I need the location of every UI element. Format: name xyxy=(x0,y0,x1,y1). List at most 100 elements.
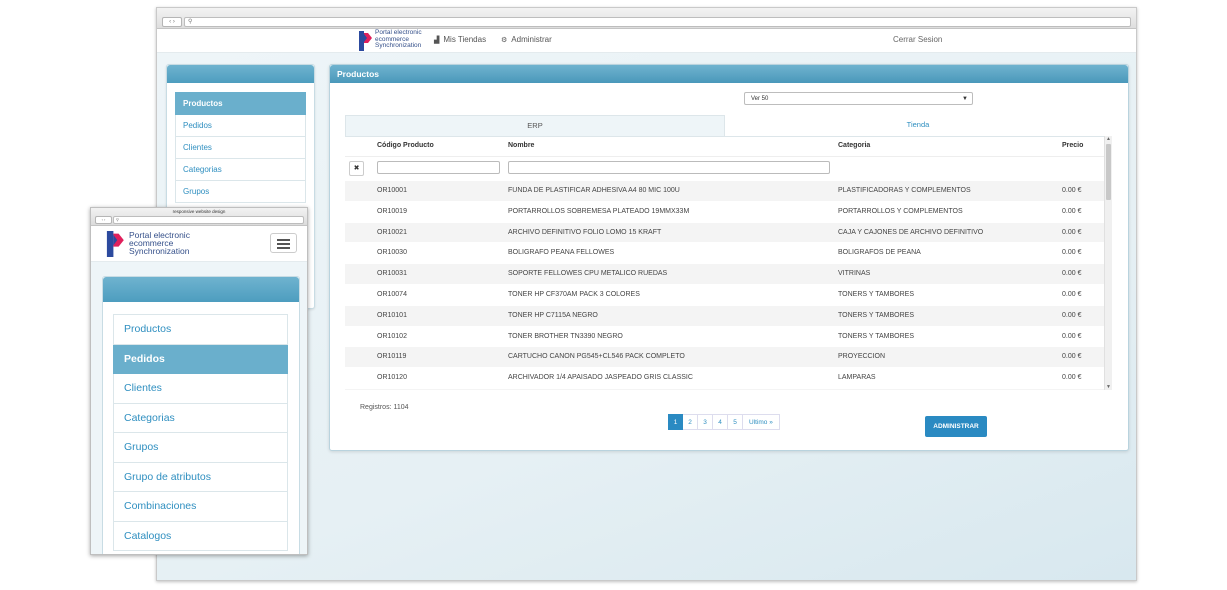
mobile-menu-item-grupo-de-atributos[interactable]: Grupo de atributos xyxy=(113,462,288,492)
cell-nombre: TONER HP CF370AM PACK 3 COLORES xyxy=(508,290,640,298)
cell-nombre: CARTUCHO CANON PG545+CL546 PACK COMPLETO xyxy=(508,353,685,361)
cell-codigo: OR10019 xyxy=(377,207,407,215)
administrar-button[interactable]: ADMINISTRAR xyxy=(925,416,987,437)
cell-categoria: TONERS Y TAMBORES xyxy=(838,290,914,298)
mobile-menu-item-categorias[interactable]: Categorias xyxy=(113,403,288,433)
table-row[interactable]: OR10131PLASTIFICADORA CONNECT A4PLASTIFI… xyxy=(345,388,1105,390)
scroll-up-icon[interactable]: ▲ xyxy=(1106,136,1111,142)
clear-filter-icon[interactable]: ✖ xyxy=(349,161,364,176)
page-size-value: Ver 50 xyxy=(751,96,769,102)
page-4-button[interactable]: 4 xyxy=(713,414,728,430)
record-count: Registros: 1104 xyxy=(360,404,409,411)
cell-precio: 0.00 € xyxy=(1062,249,1082,257)
nav-mis-tiendas[interactable]: ▟ Mis Tiendas xyxy=(434,35,486,44)
table-row[interactable]: OR10074 TONER HP CF370AM PACK 3 COLORES TO… xyxy=(345,285,1105,306)
logout-link[interactable]: Cerrar Sesion xyxy=(893,35,942,44)
table-row[interactable]: OR10102 TONER BROTHER TN3390 NEGRO TONERS … xyxy=(345,327,1105,348)
table-row[interactable]: OR10120 ARCHIVADOR 1/4 APAISADO JASPEADO … xyxy=(345,368,1105,389)
page-1-button[interactable]: 1 xyxy=(668,414,683,430)
sidebar-item-grupos[interactable]: Grupos xyxy=(175,181,306,203)
mobile-browser-window: responsive website design ‹ › ⚲ Portal e… xyxy=(90,207,308,555)
shop-icon: ▟ xyxy=(434,37,440,44)
products-panel: Productos Ver 50 ▼ ERP Tienda Código Prod… xyxy=(329,64,1129,451)
table-row[interactable]: OR10021 ARCHIVO DEFINITIVO FOLIO LOMO 15 … xyxy=(345,222,1105,244)
col-header-categoria[interactable]: Categoria xyxy=(838,142,870,149)
back-forward-icon[interactable]: ‹ › xyxy=(162,17,182,27)
caret-down-icon: ▼ xyxy=(962,96,968,102)
table-row[interactable]: OR10001 FUNDA DE PLASTIFICAR ADHESIVA A4 … xyxy=(345,181,1105,202)
table-scrollbar[interactable]: ▲ ▼ xyxy=(1104,136,1112,390)
cell-nombre: ARCHIVO DEFINITIVO FOLIO LOMO 15 KRAFT xyxy=(508,228,662,236)
logo-mark-icon[interactable] xyxy=(106,231,126,257)
panel-title: Productos xyxy=(330,65,1128,83)
col-header-codigo[interactable]: Código Producto xyxy=(377,142,434,149)
col-header-precio[interactable]: Precio xyxy=(1062,142,1083,149)
cell-codigo: OR10102 xyxy=(377,332,407,340)
table-body: OR10001 FUNDA DE PLASTIFICAR ADHESIVA A4 … xyxy=(345,181,1105,390)
cell-nombre: ARCHIVADOR 1/4 APAISADO JASPEADO GRIS CL… xyxy=(508,374,693,382)
cell-categoria: VITRINAS xyxy=(838,270,871,278)
cell-nombre: TONER BROTHER TN3390 NEGRO xyxy=(508,332,623,340)
cell-nombre: FUNDA DE PLASTIFICAR ADHESIVA A4 80 MIC … xyxy=(508,187,680,194)
page-2-button[interactable]: 2 xyxy=(683,414,698,430)
table-row[interactable]: OR10019 PORTARROLLOS SOBREMESA PLATEADO 1… xyxy=(345,202,1105,223)
scrollbar-thumb[interactable] xyxy=(1106,144,1111,200)
cell-categoria: TONERS Y TAMBORES xyxy=(838,311,914,319)
mobile-menu-item-clientes[interactable]: Clientes xyxy=(113,374,288,404)
cell-categoria: TONERS Y TAMBORES xyxy=(838,332,914,340)
table-row[interactable]: OR10119 CARTUCHO CANON PG545+CL546 PACK C… xyxy=(345,347,1105,369)
col-header-nombre[interactable]: Nombre xyxy=(508,142,534,149)
cell-precio: 0.00 € xyxy=(1062,290,1082,298)
tab-erp[interactable]: ERP xyxy=(345,115,725,136)
mobile-menu-item-combinaciones[interactable]: Combinaciones xyxy=(113,492,288,522)
gear-icon: ⚙ xyxy=(501,37,508,44)
cell-nombre: TONER HP C7115A NEGRO xyxy=(508,311,598,319)
sidebar-item-clientes[interactable]: Clientes xyxy=(175,137,306,159)
cell-categoria: PORTARROLLOS Y COMPLEMENTOS xyxy=(838,207,963,215)
nombre-filter-input[interactable] xyxy=(508,161,830,174)
cell-categoria: PROYECCION xyxy=(838,353,886,361)
table-row[interactable]: OR10030 BOLIGRAFO PEANA FELLOWES BOLIGRAFO… xyxy=(345,243,1105,265)
mobile-address-bar[interactable]: ⚲ xyxy=(113,216,304,224)
table-row[interactable]: OR10031 SOPORTE FELLOWES CPU METALICO RUE… xyxy=(345,264,1105,285)
codigo-filter-input[interactable] xyxy=(377,161,500,174)
nav-administrar[interactable]: ⚙ Administrar xyxy=(501,35,552,44)
nav-mis-tiendas-label: Mis Tiendas xyxy=(443,35,487,44)
products-table: Código Producto Nombre Categoria Precio … xyxy=(345,136,1112,390)
app-header: Portal electronic ecommerce Synchronizat… xyxy=(157,29,1136,53)
back-forward-icon[interactable]: ‹ › xyxy=(95,216,112,224)
cell-categoria: PLASTIFICADORAS Y COMPLEMENTOS xyxy=(838,187,971,194)
sidebar-item-productos[interactable]: Productos xyxy=(175,92,306,115)
table-row[interactable]: OR10101 TONER HP C7115A NEGRO TONERS Y TAM… xyxy=(345,305,1105,327)
scroll-down-icon[interactable]: ▼ xyxy=(1106,384,1111,390)
brand-logo[interactable]: Portal electronic ecommerce Synchronizat… xyxy=(359,29,429,52)
sidebar-item-pedidos[interactable]: Pedidos xyxy=(175,115,306,137)
mobile-menu-item-catalogos[interactable]: Catalogos xyxy=(113,521,288,551)
tab-bar: ERP Tienda xyxy=(345,115,1112,137)
cell-nombre: PORTARROLLOS SOBREMESA PLATEADO 19MMX33M xyxy=(508,207,690,215)
cell-codigo: OR10119 xyxy=(377,353,407,361)
page-5-button[interactable]: 5 xyxy=(728,414,743,430)
tab-tienda[interactable]: Tienda xyxy=(724,115,1112,135)
cell-precio: 0.00 € xyxy=(1062,332,1082,340)
mobile-menu-item-grupos[interactable]: Grupos xyxy=(113,433,288,463)
page-3-button[interactable]: 3 xyxy=(698,414,713,430)
sidebar-item-categorias[interactable]: Categorias xyxy=(175,159,306,181)
page-last-button[interactable]: Ultimo » xyxy=(743,414,780,430)
page-size-select[interactable]: Ver 50 ▼ xyxy=(744,92,973,105)
hamburger-menu-icon[interactable] xyxy=(270,233,297,253)
cell-codigo: OR10021 xyxy=(377,228,407,236)
cell-codigo: OR10031 xyxy=(377,270,407,278)
mobile-menu-item-pedidos[interactable]: Pedidos xyxy=(113,344,288,374)
cell-codigo: OR10074 xyxy=(377,290,407,298)
browser-chrome: ‹ › ⚲ xyxy=(157,8,1136,29)
brand-line-3: Synchronization xyxy=(129,246,190,256)
logo-mark-icon xyxy=(359,31,372,51)
cell-precio: 0.00 € xyxy=(1062,207,1082,215)
address-bar[interactable]: ⚲ xyxy=(184,17,1131,27)
cell-codigo: OR10001 xyxy=(377,187,407,194)
cell-precio: 0.00 € xyxy=(1062,374,1082,382)
sidebar-list: Productos Pedidos Clientes Categorias Grupos xyxy=(175,92,306,203)
mobile-menu-item-productos[interactable]: Productos xyxy=(113,314,288,345)
cell-precio: 0.00 € xyxy=(1062,353,1082,361)
